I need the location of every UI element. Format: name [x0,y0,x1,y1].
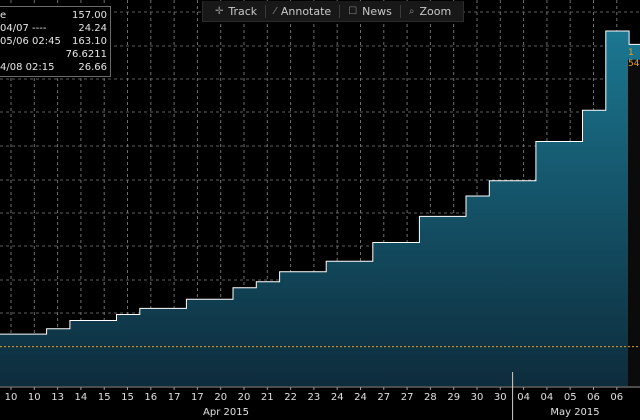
legend-value: 76.6211 [65,49,107,60]
zoom-button[interactable]: ⌕ Zoom [399,4,459,18]
x-tick-label: 04 [541,392,554,403]
x-tick-label: 20 [214,392,227,403]
x-tick-label: 27 [401,392,414,403]
news-label: News [362,4,392,18]
marker-line1: 1 [628,48,634,58]
x-group-label: May 2015 [550,407,599,418]
legend-label: 4/08 02:15 [0,62,55,73]
x-tick-label: 22 [284,392,297,403]
legend-row: 76.6211 [0,48,110,61]
x-tick-label: 17 [191,392,204,403]
x-tick-label: 30 [471,392,484,403]
magnifier-icon: ⌕ [408,5,415,17]
legend-row: 04/07 ---- 24.24 [0,22,110,35]
right-edge-bar [628,59,640,386]
data-legend: e 157.00 04/07 ---- 24.24 05/06 02:45 16… [0,6,111,77]
x-tick-label: 21 [261,392,274,403]
x-tick-label: 05 [564,392,577,403]
zoom-label: Zoom [419,4,452,18]
legend-value: 163.10 [72,36,107,47]
legend-label: 05/06 02:45 [0,36,61,47]
crosshair-icon: ✛ [215,5,224,17]
x-tick-label: 24 [354,392,367,403]
track-button[interactable]: ✛ Track [207,5,265,18]
x-group-label: Apr 2015 [203,407,249,418]
x-tick-label: 17 [168,392,181,403]
x-tick-label: 30 [494,392,507,403]
legend-row: 05/06 02:45 163.10 [0,35,110,48]
x-tick-label: 23 [308,392,321,403]
legend-value: 26.66 [78,62,107,73]
newspaper-icon: ☐ [348,5,358,17]
x-tick-label: 13 [51,392,64,403]
x-tick-label: 16 [144,392,157,403]
x-tick-label: 15 [98,392,111,403]
news-button[interactable]: ☐ News [339,4,400,18]
last-price-marker: 1 54 [628,48,640,70]
legend-label: e [0,10,7,21]
x-tick-label: 20 [238,392,251,403]
track-label: Track [228,4,258,18]
x-tick-label: 29 [447,392,460,403]
marker-line2: 54 [628,59,640,69]
x-tick-label: 10 [28,392,41,403]
x-tick-label: 04 [517,392,530,403]
x-tick-label: 06 [587,392,600,403]
x-tick-label: 15 [121,392,134,403]
legend-row: e 157.00 [0,9,110,22]
legend-row: 4/08 02:15 26.66 [0,61,110,74]
pencil-icon: ⁄ [274,5,276,17]
chart-toolbar: ✛ Track ⁄ Annotate ☐ News ⌕ Zoom [202,1,465,22]
x-tick-label: 14 [75,392,88,403]
annotate-button[interactable]: ⁄ Annotate [265,4,339,18]
x-tick-label: 10 [5,392,18,403]
x-tick-label: 27 [377,392,390,403]
annotate-label: Annotate [280,4,332,18]
x-tick-label: 06 [610,392,623,403]
legend-value: 24.24 [78,23,107,34]
legend-label: 04/07 ---- [0,23,47,34]
legend-value: 157.00 [72,10,107,21]
x-tick-label: 24 [331,392,344,403]
x-tick-label: 28 [424,392,437,403]
